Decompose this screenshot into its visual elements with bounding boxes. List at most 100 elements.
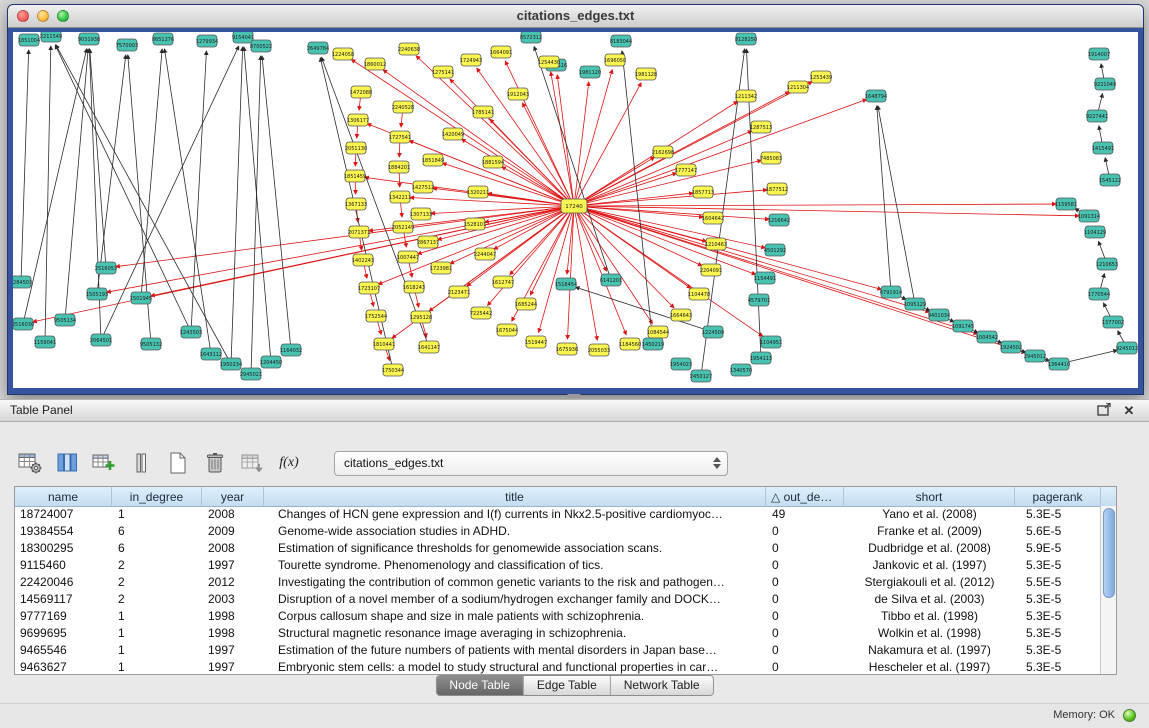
network-node[interactable]: 1275141: [432, 66, 454, 78]
cell-out-degree[interactable]: 0: [766, 642, 844, 659]
close-window-button[interactable]: [17, 10, 29, 22]
network-node[interactable]: 1857713: [692, 186, 714, 198]
network-node[interactable]: 1954113: [750, 352, 772, 364]
network-node[interactable]: 1340570: [730, 364, 752, 376]
network-node[interactable]: 2240638: [398, 43, 420, 55]
table-row[interactable]: 946362711997Embryonic stem cells: a mode…: [15, 659, 1101, 674]
network-node[interactable]: 6141201: [600, 274, 622, 286]
network-node[interactable]: 1377002: [1102, 316, 1124, 328]
network-node[interactable]: 1253439: [810, 71, 832, 83]
cell-short[interactable]: Nakamura et al. (1997): [844, 642, 1015, 659]
network-node[interactable]: 9154041: [232, 32, 254, 43]
network-node[interactable]: 1450219: [642, 338, 664, 350]
network-node[interactable]: 1785141: [472, 106, 494, 118]
network-node[interactable]: 1084544: [647, 326, 669, 338]
table-row[interactable]: 1830029562008Estimation of significance …: [15, 540, 1101, 557]
cell-year[interactable]: 2008: [202, 540, 264, 557]
network-node[interactable]: 1004542: [976, 331, 998, 343]
cell-short[interactable]: Franke et al. (2009): [844, 523, 1015, 540]
network-node[interactable]: 1860012: [364, 58, 386, 70]
network-node[interactable]: 9401034: [928, 309, 950, 321]
column-settings-button[interactable]: [16, 450, 44, 476]
network-node[interactable]: 2204091: [700, 264, 722, 276]
cell-out-degree[interactable]: 0: [766, 591, 844, 608]
cell-year[interactable]: 2003: [202, 591, 264, 608]
network-node[interactable]: 7225442: [470, 307, 492, 319]
column-header-title[interactable]: title: [264, 487, 766, 506]
cell-out-degree[interactable]: 0: [766, 625, 844, 642]
network-node[interactable]: 1164032: [280, 344, 302, 356]
network-node[interactable]: 2071371: [348, 226, 370, 238]
network-node[interactable]: 4579701: [748, 294, 770, 306]
cell-in-degree[interactable]: 2: [112, 591, 202, 608]
delete-table-button[interactable]: [201, 450, 229, 476]
network-node[interactable]: 1727541: [389, 131, 411, 143]
network-node[interactable]: 1851459: [344, 170, 366, 182]
network-node[interactable]: 1216642: [768, 214, 790, 226]
network-node[interactable]: 1954023: [670, 358, 692, 370]
network-node[interactable]: 1810441: [373, 338, 395, 350]
network-node[interactable]: 8651276: [152, 33, 174, 45]
network-node[interactable]: 1641147: [418, 341, 440, 353]
network-node[interactable]: 1770544: [1088, 288, 1110, 300]
network-node[interactable]: 1402243: [352, 254, 374, 266]
cell-name[interactable]: 14569117: [15, 591, 112, 608]
table-row[interactable]: 969969511998Structural magnetic resonanc…: [15, 625, 1101, 642]
network-node[interactable]: 1224058: [332, 48, 354, 60]
network-node[interactable]: 2649784: [307, 42, 329, 54]
network-node[interactable]: 1320211: [467, 186, 489, 198]
network-node[interactable]: 1752544: [365, 310, 387, 322]
cell-out-degree[interactable]: 49: [766, 506, 844, 523]
minimize-window-button[interactable]: [37, 10, 49, 22]
network-node[interactable]: 2055033: [588, 344, 610, 356]
table-row[interactable]: 2242004622012Investigating the contribut…: [15, 574, 1101, 591]
cell-out-degree[interactable]: 0: [766, 540, 844, 557]
cell-in-degree[interactable]: 1: [112, 659, 202, 674]
network-node[interactable]: 9221049: [1094, 78, 1116, 90]
network-node[interactable]: 1604642: [702, 212, 724, 224]
network-canvas[interactable]: 1851004221154990319387570003865127612799…: [13, 32, 1138, 388]
cell-name[interactable]: 9465546: [15, 642, 112, 659]
column-header-out-degree[interactable]: △ out_de…: [766, 487, 844, 506]
table-row[interactable]: 977716911998Corpus callosum shape and si…: [15, 608, 1101, 625]
column-header-year[interactable]: year: [202, 487, 264, 506]
tab-node-table[interactable]: Node Table: [436, 676, 524, 695]
cell-in-degree[interactable]: 1: [112, 642, 202, 659]
network-node[interactable]: 1104129: [1084, 226, 1106, 238]
cell-pagerank[interactable]: 5.3E-5: [1015, 506, 1101, 523]
cell-title[interactable]: Changes of HCN gene expression and I(f) …: [264, 506, 766, 523]
float-panel-icon[interactable]: [1097, 403, 1113, 418]
network-node[interactable]: 2450127: [690, 370, 712, 382]
tab-network-table[interactable]: Network Table: [611, 676, 713, 695]
cell-in-degree[interactable]: 1: [112, 506, 202, 523]
network-node[interactable]: 1612747: [492, 276, 514, 288]
network-node[interactable]: 8572312: [520, 32, 542, 43]
table-selector-dropdown[interactable]: citations_edges.txt: [334, 451, 728, 476]
column-header-short[interactable]: short: [844, 487, 1015, 506]
network-node[interactable]: 1881594: [482, 156, 504, 168]
network-node[interactable]: 1307133: [410, 208, 432, 220]
network-node[interactable]: 2240528: [392, 101, 414, 113]
network-node[interactable]: 1367133: [345, 198, 367, 210]
network-node[interactable]: 1254430: [538, 56, 560, 68]
cell-year[interactable]: 1998: [202, 625, 264, 642]
network-node[interactable]: 1104478: [688, 288, 710, 300]
network-node[interactable]: 1643112: [200, 348, 222, 360]
network-node[interactable]: 1851004: [18, 34, 40, 46]
network-node[interactable]: 2867137: [417, 236, 439, 248]
network-node[interactable]: 2945021: [240, 368, 262, 380]
cell-short[interactable]: Tibbo et al. (1998): [844, 608, 1015, 625]
network-node[interactable]: 1723107: [358, 282, 380, 294]
network-node[interactable]: 2945012: [1024, 350, 1046, 362]
cell-pagerank[interactable]: 5.3E-5: [1015, 591, 1101, 608]
network-node[interactable]: 1095129: [904, 298, 926, 310]
network-node[interactable]: 1519447: [525, 336, 547, 348]
cell-short[interactable]: Jankovic et al. (1997): [844, 557, 1015, 574]
network-node[interactable]: 2211549: [40, 32, 62, 42]
network-node[interactable]: 9245012: [1116, 342, 1138, 354]
table-row[interactable]: 911546021997Tourette syndrome. Phenomeno…: [15, 557, 1101, 574]
network-node[interactable]: 1204450: [260, 356, 282, 368]
cell-year[interactable]: 1997: [202, 642, 264, 659]
network-node[interactable]: 7570003: [116, 39, 138, 51]
table-row[interactable]: 1872400712008Changes of HCN gene express…: [15, 506, 1101, 523]
